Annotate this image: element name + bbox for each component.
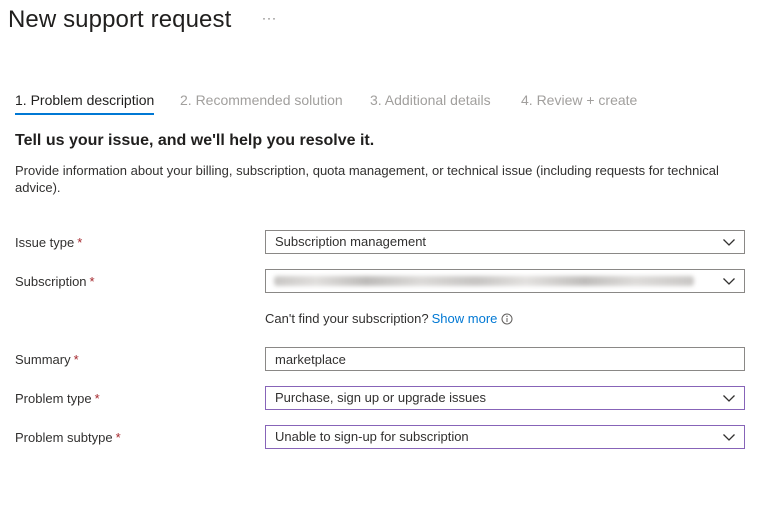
summary-label-text: Summary	[15, 352, 71, 367]
problem-subtype-label: Problem subtype *	[15, 430, 121, 445]
support-request-page: New support request ··· 1. Problem descr…	[0, 0, 767, 527]
issue-type-label-text: Issue type	[15, 235, 75, 250]
problem-type-label: Problem type *	[15, 391, 100, 406]
problem-subtype-label-text: Problem subtype	[15, 430, 113, 445]
chevron-down-icon	[723, 239, 735, 246]
problem-type-label-text: Problem type	[15, 391, 92, 406]
chevron-down-icon	[723, 395, 735, 402]
required-marker: *	[73, 352, 79, 367]
problem-subtype-value: Unable to sign-up for subscription	[275, 429, 469, 444]
problem-subtype-dropdown[interactable]: Unable to sign-up for subscription	[265, 425, 745, 449]
tab-review-create[interactable]: 4. Review + create	[521, 92, 637, 114]
redacted-subscription-value	[274, 276, 694, 286]
summary-field[interactable]	[265, 347, 745, 371]
subscription-dropdown[interactable]	[265, 269, 745, 293]
more-options-button[interactable]: ···	[262, 11, 277, 25]
tab-problem-description[interactable]: 1. Problem description	[15, 92, 155, 115]
subscription-label: Subscription *	[15, 274, 95, 289]
problem-type-value: Purchase, sign up or upgrade issues	[275, 390, 487, 405]
chevron-down-icon	[723, 278, 735, 285]
section-heading: Tell us your issue, and we'll help you r…	[15, 132, 375, 149]
tab-recommended-solution[interactable]: 2. Recommended solution	[180, 92, 343, 114]
summary-label: Summary *	[15, 352, 79, 367]
tab-additional-details[interactable]: 3. Additional details	[370, 92, 491, 114]
section-description: Provide information about your billing, …	[15, 163, 719, 195]
summary-input[interactable]	[275, 348, 714, 370]
issue-type-value: Subscription management	[275, 234, 427, 249]
subscription-hint: Can't find your subscription? Show more	[265, 311, 513, 326]
required-marker: *	[89, 274, 95, 289]
chevron-down-icon	[723, 434, 735, 441]
issue-type-dropdown[interactable]: Subscription management	[265, 230, 745, 254]
subscription-hint-text: Can't find your subscription?	[265, 311, 429, 326]
required-marker: *	[77, 235, 83, 250]
required-marker: *	[115, 430, 121, 445]
problem-type-dropdown[interactable]: Purchase, sign up or upgrade issues	[265, 386, 745, 410]
issue-type-label: Issue type *	[15, 235, 82, 250]
required-marker: *	[94, 391, 100, 406]
info-icon[interactable]	[501, 313, 513, 325]
page-title: New support request	[8, 6, 232, 33]
subscription-label-text: Subscription	[15, 274, 87, 289]
show-more-link[interactable]: Show more	[432, 311, 498, 326]
